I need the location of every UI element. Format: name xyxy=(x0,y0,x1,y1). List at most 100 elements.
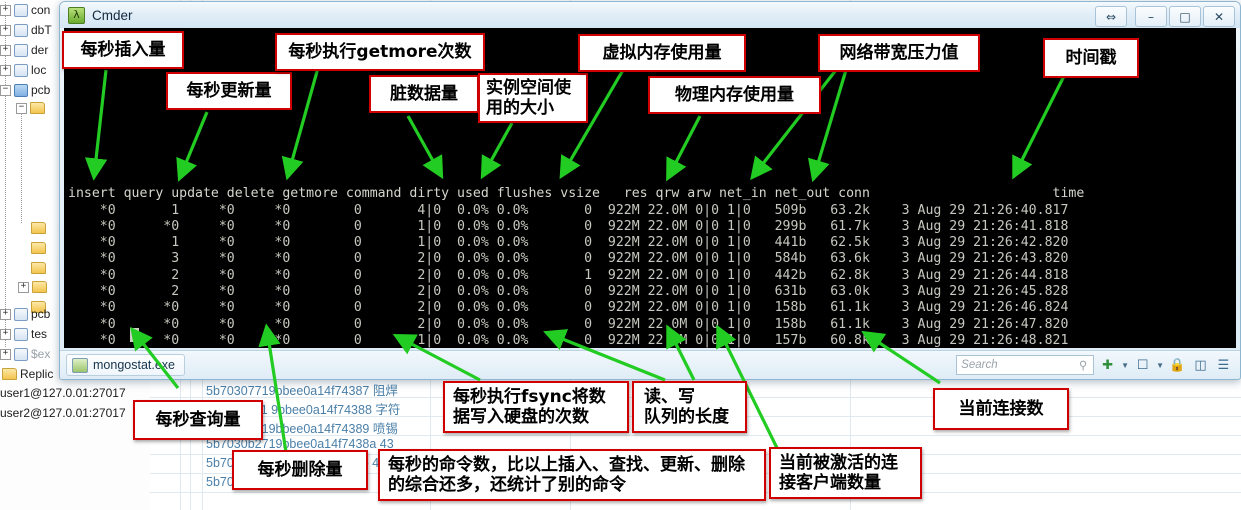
expand-icon[interactable]: + xyxy=(0,348,11,360)
tree-item-label: pcb xyxy=(31,83,51,97)
resize-button[interactable]: ⇔ xyxy=(1095,6,1127,27)
collapse-icon[interactable]: − xyxy=(0,84,11,96)
mongostat-table: insert query update delete getmore comma… xyxy=(68,170,1084,348)
lock-icon[interactable]: 🔒 xyxy=(1168,356,1187,375)
expand-icon[interactable]: + xyxy=(0,328,11,340)
tree-item-label: $ex xyxy=(31,347,51,361)
close-button[interactable]: ✕ xyxy=(1203,6,1235,27)
note-vsize: 虚拟内存使用量 xyxy=(578,34,746,72)
tree-item-collection[interactable] xyxy=(31,242,46,254)
database-icon xyxy=(14,307,28,321)
terminal-cursor xyxy=(130,328,139,342)
statusbar-right[interactable]: Search ⚲ ✚ ▼ ☐ ▼ 🔒 ◫ ☰ xyxy=(956,355,1233,375)
mongostat-row: *0 2 *0 *0 0 2|0 0.0% 0.0% 1 922M 22.0M … xyxy=(68,267,1069,283)
mongostat-row: *0 *0 *0 *0 0 1|0 0.0% 0.0% 0 922M 22.0M… xyxy=(68,332,1069,348)
mongostat-row: *0 1 *0 *0 0 4|0 0.0% 0.0% 0 922M 22.0M … xyxy=(68,202,1069,218)
note-flushes: 每秒执行fsync将数 据写入硬盘的次数 xyxy=(443,381,629,433)
folder-icon xyxy=(31,242,46,254)
tree-item-collection[interactable]: + xyxy=(18,281,47,293)
tree-item-label: dbT xyxy=(31,23,52,37)
window-controls[interactable]: ⇔ – □ ✕ xyxy=(1095,6,1235,27)
tree-item-der[interactable]: + der xyxy=(0,43,48,57)
mongostat-row: *0 2 *0 *0 0 2|0 0.0% 0.0% 0 922M 22.0M … xyxy=(68,284,1069,300)
database-icon xyxy=(14,83,28,97)
folder-icon xyxy=(32,281,47,293)
note-update: 每秒更新量 xyxy=(166,72,292,110)
database-icon xyxy=(14,3,28,17)
window-titlebar[interactable]: λ Cmder ⇔ – □ ✕ xyxy=(60,2,1240,28)
tree-item-collection[interactable] xyxy=(31,262,46,274)
tree-item-con[interactable]: + con xyxy=(0,3,50,17)
mongostat-row: *0 3 *0 *0 0 2|0 0.0% 0.0% 0 922M 22.0M … xyxy=(68,251,1069,267)
tree-item-label: tes xyxy=(31,327,48,341)
tree-item-tes[interactable]: + tes xyxy=(0,327,47,341)
note-command: 每秒的命令数，比以上插入、查找、更新、删除 的综合还多，还统计了别的命令 xyxy=(378,449,766,501)
expand-icon[interactable]: + xyxy=(0,44,11,56)
tree-item-pcb2[interactable]: + pcb xyxy=(0,307,50,321)
folder-icon xyxy=(30,102,45,114)
menu-icon[interactable]: ☰ xyxy=(1214,356,1233,375)
chevron-down-icon[interactable]: ▼ xyxy=(1121,361,1129,370)
tree-item-label: con xyxy=(31,3,51,17)
chevron-down-icon[interactable]: ▼ xyxy=(1156,361,1164,370)
cmder-statusbar[interactable]: mongostat.exe Search ⚲ ✚ ▼ ☐ ▼ 🔒 ◫ ☰ xyxy=(60,350,1240,379)
note-net: 网络带宽压力值 xyxy=(818,34,980,72)
expand-icon[interactable]: + xyxy=(0,4,11,16)
expand-icon[interactable]: + xyxy=(0,64,11,76)
expand-icon[interactable]: + xyxy=(18,281,29,293)
tree-item-label: pcb xyxy=(31,307,51,321)
new-console-icon[interactable]: ✚ xyxy=(1098,356,1117,375)
grid-row[interactable]: 5b70307719bbee0a14f74387 阻焊 xyxy=(206,380,398,399)
mongostat-row: *0 *0 *0 *0 0 2|0 0.0% 0.0% 0 922M 22.0M… xyxy=(68,316,1069,332)
collapse-icon[interactable]: − xyxy=(16,102,27,114)
search-input[interactable]: Search ⚲ xyxy=(956,355,1095,375)
note-qrw: 读、写 队列的长度 xyxy=(632,381,747,433)
note-dirty: 脏数据量 xyxy=(369,75,479,113)
folder-icon xyxy=(31,262,46,274)
folder-icon xyxy=(2,368,17,380)
tree-item-dbt[interactable]: + dbT xyxy=(0,23,52,37)
note-getmore: 每秒执行getmore次数 xyxy=(275,33,485,71)
mongostat-row: *0 *0 *0 *0 0 1|0 0.0% 0.0% 0 922M 22.0M… xyxy=(68,218,1069,234)
database-icon xyxy=(14,63,28,77)
maximize-button[interactable]: □ xyxy=(1169,6,1201,27)
connection-user2[interactable]: user2@127.0.01:27017 xyxy=(0,406,126,420)
tree-item-label: Replic xyxy=(20,367,54,381)
minimize-button[interactable]: – xyxy=(1135,6,1167,27)
expand-icon[interactable]: + xyxy=(0,308,11,320)
tab-label: mongostat.exe xyxy=(93,358,175,372)
tree-item-label: der xyxy=(31,43,49,57)
database-icon xyxy=(14,327,28,341)
database-icon xyxy=(14,347,28,361)
mongostat-row: *0 *0 *0 *0 0 2|0 0.0% 0.0% 0 922M 22.0M… xyxy=(68,300,1069,316)
tree-item-ex[interactable]: + $ex xyxy=(0,347,50,361)
note-conn: 当前连接数 xyxy=(933,388,1069,430)
tree-item-collection[interactable] xyxy=(31,222,46,234)
note-time: 时间戳 xyxy=(1043,38,1139,78)
search-placeholder: Search xyxy=(961,359,998,371)
new-tab-icon[interactable]: ☐ xyxy=(1133,356,1152,375)
window-title: Cmder xyxy=(92,7,133,23)
tab-mongostat[interactable]: mongostat.exe xyxy=(66,354,185,376)
note-used: 实例空间使 用的大小 xyxy=(478,73,588,123)
lambda-icon: λ xyxy=(68,6,85,24)
tree-item-pcb-selected[interactable]: − pcb xyxy=(0,83,50,97)
connection-user1[interactable]: user1@127.0.01:27017 xyxy=(0,386,126,400)
tree-item-label: loc xyxy=(31,63,47,77)
mongostat-row: *0 1 *0 *0 0 1|0 0.0% 0.0% 0 922M 22.0M … xyxy=(68,235,1069,251)
tree-item-replica[interactable]: Replic xyxy=(2,367,53,381)
search-icon[interactable]: ⚲ xyxy=(1077,358,1089,372)
note-insert: 每秒插入量 xyxy=(62,31,184,69)
database-icon xyxy=(14,43,28,57)
folder-icon xyxy=(31,222,46,234)
note-query: 每秒查询量 xyxy=(133,400,263,440)
mongostat-header: insert query update delete getmore comma… xyxy=(68,186,1085,202)
note-delete: 每秒删除量 xyxy=(232,450,368,490)
tree-item-loc[interactable]: + loc xyxy=(0,63,46,77)
console-icon xyxy=(72,357,88,373)
note-res: 物理内存使用量 xyxy=(648,76,821,114)
split-view-icon[interactable]: ◫ xyxy=(1191,356,1210,375)
database-icon xyxy=(14,23,28,37)
expand-icon[interactable]: + xyxy=(0,24,11,36)
note-arw: 当前被激活的连 接客户端数量 xyxy=(769,447,922,499)
